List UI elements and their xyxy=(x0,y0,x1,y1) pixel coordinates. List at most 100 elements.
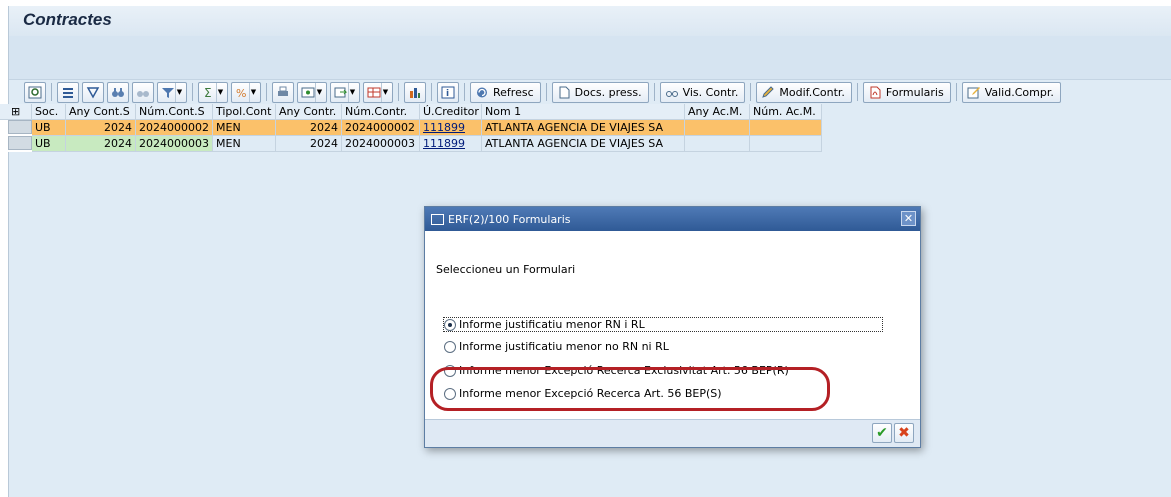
print-button[interactable] xyxy=(272,81,294,103)
column-header[interactable]: Tipol.Cont xyxy=(213,104,276,120)
sum-icon: Σ xyxy=(202,86,216,100)
column-header[interactable]: Any Cont.S xyxy=(66,104,136,120)
creditor-link[interactable]: 111899 xyxy=(420,120,482,136)
creditor-link-text[interactable]: 111899 xyxy=(423,121,465,134)
forms-label: Formularis xyxy=(885,85,944,99)
creditor-link[interactable]: 111899 xyxy=(420,136,482,152)
title-bar: Contractes xyxy=(9,6,1171,36)
pdf-form-icon xyxy=(868,86,882,99)
binoculars-next-icon xyxy=(136,86,150,99)
chevron-down-icon: ▼ xyxy=(381,82,389,102)
filter-button[interactable]: ▼ xyxy=(157,81,187,103)
glasses-icon xyxy=(665,86,679,99)
column-header[interactable]: Nom 1 xyxy=(482,104,685,120)
column-header[interactable]: Núm. Ac.M. xyxy=(750,104,822,120)
total-button[interactable]: Σ ▼ xyxy=(198,81,228,103)
table-row[interactable]: UB 2024 2024000002 MEN 2024 2024000002 1… xyxy=(0,120,822,136)
cell-soc[interactable]: UB xyxy=(32,136,66,152)
cell-num-acm[interactable] xyxy=(750,120,822,136)
cell-any-acm[interactable] xyxy=(685,120,750,136)
cell-soc[interactable]: UB xyxy=(32,120,66,136)
validate-commitment-button[interactable]: Valid.Compr. xyxy=(961,81,1061,103)
refresh-label: Refresc xyxy=(493,85,534,99)
cell-num-acm[interactable] xyxy=(750,136,822,152)
filter-icon xyxy=(161,86,175,99)
chevron-down-icon: ▼ xyxy=(216,82,224,102)
sort-ascending-button[interactable] xyxy=(57,81,79,103)
svg-text:%: % xyxy=(236,87,246,99)
column-header[interactable]: Ú.Creditor xyxy=(420,104,482,120)
radio-label[interactable]: Informe justificatiu menor no RN ni RL xyxy=(459,340,669,353)
forms-button[interactable]: Formularis xyxy=(862,81,951,103)
graphic-button[interactable] xyxy=(404,81,426,103)
table-header-row: ⊞ Soc. Any Cont.S Núm.Cont.S Tipol.Cont … xyxy=(0,104,822,120)
find-next-button[interactable] xyxy=(132,81,154,103)
column-header[interactable]: Núm.Contr. xyxy=(342,104,420,120)
refresh-icon xyxy=(475,86,489,99)
layout-grid-icon xyxy=(367,86,381,99)
cell-tipol[interactable]: MEN xyxy=(213,136,276,152)
dialog-title-bar[interactable]: ERF(2)/100 Formularis ✕ xyxy=(425,207,920,231)
cell-any-cont-s[interactable]: 2024 xyxy=(66,136,136,152)
close-button[interactable]: ✕ xyxy=(901,211,916,226)
row-selector[interactable] xyxy=(8,120,32,134)
dialog-title: ERF(2)/100 Formularis xyxy=(448,212,571,226)
cell-any-contr[interactable]: 2024 xyxy=(276,120,342,136)
cell-tipol[interactable]: MEN xyxy=(213,120,276,136)
cell-nom[interactable]: ATLANTA AGENCIA DE VIAJES SA xyxy=(482,136,685,152)
cell-num-contr[interactable]: 2024000003 xyxy=(342,136,420,152)
column-header[interactable]: Núm.Cont.S xyxy=(136,104,213,120)
column-header[interactable]: Soc. xyxy=(32,104,66,120)
column-header[interactable]: Any Contr. xyxy=(276,104,342,120)
cell-any-contr[interactable]: 2024 xyxy=(276,136,342,152)
toolbar-separator xyxy=(464,83,465,101)
export-button[interactable]: ▼ xyxy=(330,81,360,103)
radio-option-1[interactable]: Informe justificatiu menor RN i RL xyxy=(443,317,883,332)
magnifier-icon xyxy=(28,86,42,99)
cell-any-acm[interactable] xyxy=(685,136,750,152)
cell-nom[interactable]: ATLANTA AGENCIA DE VIAJES SA xyxy=(482,120,685,136)
modify-contract-label: Modif.Contr. xyxy=(779,85,845,99)
sort-descending-icon xyxy=(86,86,100,99)
confirm-button[interactable]: ✔ xyxy=(872,423,892,443)
radio-button[interactable] xyxy=(444,340,456,353)
views-button[interactable]: ▼ xyxy=(297,81,327,103)
docs-press-button[interactable]: Docs. press. xyxy=(551,81,649,103)
subtotal-button[interactable]: % ▼ xyxy=(231,81,261,103)
layout-icon-cell[interactable]: ⊞ xyxy=(0,104,32,120)
radio-label[interactable]: Informe justificatiu menor RN i RL xyxy=(459,318,645,331)
dialog-prompt: Seleccioneu un Formulari xyxy=(436,263,576,276)
toolbar-separator xyxy=(750,83,752,101)
view-icon xyxy=(301,86,315,99)
edit-document-icon xyxy=(967,86,981,99)
table-row[interactable]: UB 2024 2024000003 MEN 2024 2024000003 1… xyxy=(0,136,822,152)
dialog-footer: ✔ ✖ xyxy=(425,419,920,447)
view-contract-button[interactable]: Vis. Contr. xyxy=(659,81,746,103)
cell-num-contr[interactable]: 2024000002 xyxy=(342,120,420,136)
sort-descending-button[interactable] xyxy=(82,81,104,103)
radio-option-2[interactable]: Informe justificatiu menor no RN ni RL xyxy=(444,340,669,353)
creditor-link-text[interactable]: 111899 xyxy=(423,137,465,150)
header-band xyxy=(9,36,1171,80)
info-icon: i xyxy=(441,86,455,99)
toolbar-separator xyxy=(192,83,193,101)
svg-text:i: i xyxy=(446,89,449,99)
radio-button-selected[interactable] xyxy=(444,318,456,331)
layout-button[interactable]: ▼ xyxy=(363,81,393,103)
cell-num-cont-s[interactable]: 2024000003 xyxy=(136,136,213,152)
find-button[interactable] xyxy=(107,81,129,103)
modify-contract-button[interactable]: Modif.Contr. xyxy=(756,81,852,103)
export-icon xyxy=(334,86,348,99)
refresh-button[interactable]: Refresc xyxy=(470,81,541,103)
row-selector[interactable] xyxy=(8,136,32,150)
cancel-button[interactable]: ✖ xyxy=(894,423,914,443)
cell-num-cont-s[interactable]: 2024000002 xyxy=(136,120,213,136)
toolbar-separator xyxy=(653,83,655,101)
info-button[interactable]: i xyxy=(437,81,459,103)
column-header[interactable]: Any Ac.M. xyxy=(685,104,750,120)
checkmark-icon: ✔ xyxy=(876,425,888,441)
docs-press-label: Docs. press. xyxy=(574,85,642,99)
details-button[interactable] xyxy=(24,81,46,103)
validate-commitment-label: Valid.Compr. xyxy=(984,85,1054,99)
cell-any-cont-s[interactable]: 2024 xyxy=(66,120,136,136)
